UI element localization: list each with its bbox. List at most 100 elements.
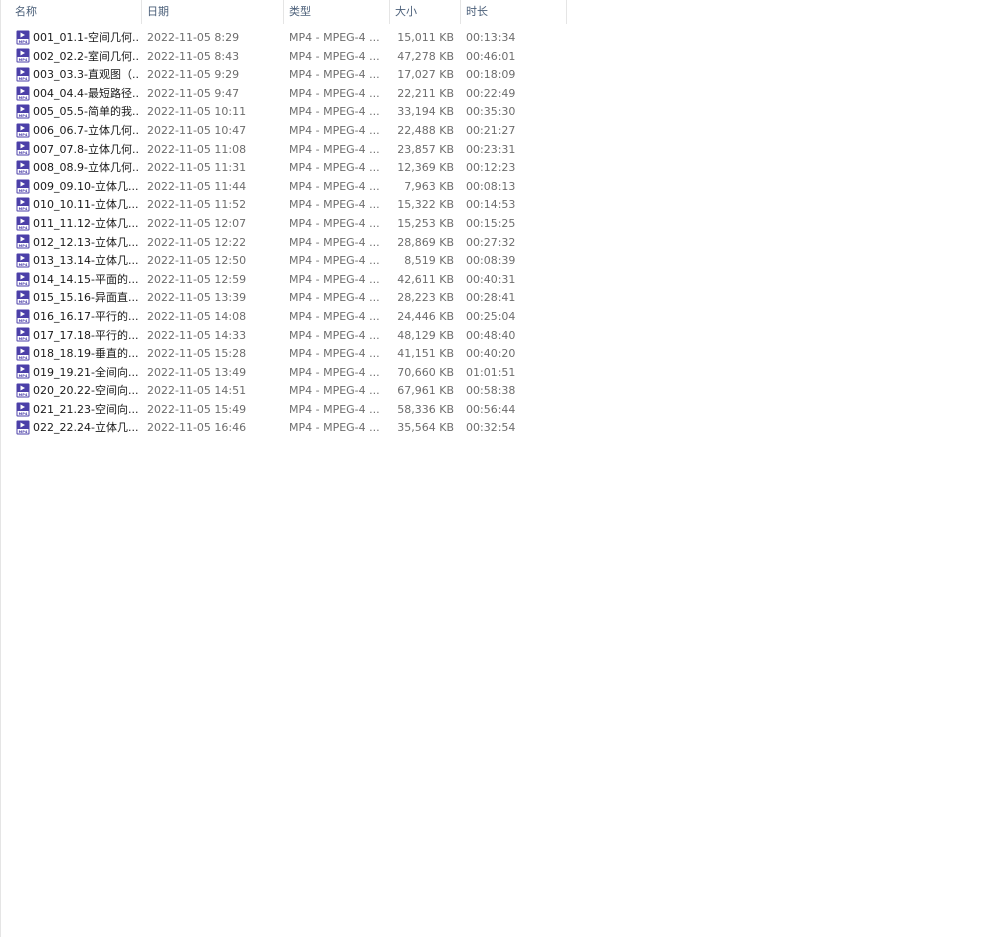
file-name-cell[interactable]: MP4 021_21.23-空间向... (16, 401, 140, 420)
file-name-cell[interactable]: MP4 019_19.21-全间向... (16, 364, 140, 383)
file-name-cell[interactable]: MP4 011_11.12-立体几... (16, 215, 140, 234)
file-row[interactable]: MP4 010_10.11-立体几... 2022-11-05 11:52 MP4 -… (0, 196, 567, 215)
file-row[interactable]: MP4 018_18.19-垂直的... 2022-11-05 15:28 MP4 -… (0, 345, 567, 364)
file-size: 33,194 KB (397, 105, 454, 119)
file-date: 2022-11-05 11:44 (147, 179, 247, 193)
video-file-icon: MP4 (16, 290, 30, 305)
video-file-icon: MP4 (16, 234, 30, 249)
file-type: MP4 - MPEG-4 ... (289, 347, 380, 361)
file-size: 28,223 KB (397, 291, 454, 305)
video-file-icon: MP4 (16, 67, 30, 82)
file-row[interactable]: MP4 004_04.4-最短路径... 2022-11-05 9:47 MP4 - … (0, 85, 567, 104)
file-duration: 00:40:31 (466, 272, 516, 286)
file-size: 15,322 KB (397, 198, 454, 212)
file-type: MP4 - MPEG-4 ... (289, 421, 380, 435)
file-name: 016_16.17-平行的... (33, 309, 139, 323)
file-duration: 00:12:23 (466, 161, 516, 175)
svg-text:MP4: MP4 (19, 393, 28, 397)
file-row[interactable]: MP4 016_16.17-平行的... 2022-11-05 14:08 MP4 -… (0, 308, 567, 327)
svg-text:MP4: MP4 (19, 411, 28, 415)
file-duration: 00:35:30 (466, 105, 516, 119)
file-type: MP4 - MPEG-4 ... (289, 402, 380, 416)
file-name-cell[interactable]: MP4 010_10.11-立体几... (16, 196, 140, 215)
file-name-cell[interactable]: MP4 002_02.2-室间几何... (16, 48, 140, 67)
file-name-cell[interactable]: MP4 005_05.5-简单的我... (16, 103, 140, 122)
file-size: 17,027 KB (397, 68, 454, 82)
file-row[interactable]: MP4 015_15.16-异面直... 2022-11-05 13:39 MP4 -… (0, 289, 567, 308)
svg-text:MP4: MP4 (19, 133, 28, 137)
file-name-cell[interactable]: MP4 022_22.24-立体几... (16, 419, 140, 438)
file-name-cell[interactable]: MP4 020_20.22-空间向... (16, 382, 140, 401)
file-name-cell[interactable]: MP4 007_07.8-立体几何... (16, 141, 140, 160)
video-file-icon: MP4 (16, 364, 30, 379)
file-row[interactable]: MP4 001_01.1-空间几何... 2022-11-05 8:29 MP4 - … (0, 29, 567, 48)
file-row[interactable]: MP4 005_05.5-简单的我... 2022-11-05 10:11 MP4 -… (0, 103, 567, 122)
file-name-cell[interactable]: MP4 008_08.9-立体几何... (16, 159, 140, 178)
column-header-name-label: 名称 (15, 5, 37, 18)
file-name: 011_11.12-立体几... (33, 216, 139, 230)
column-header-duration[interactable]: 时长 (461, 0, 567, 24)
video-file-icon: MP4 (16, 383, 30, 398)
file-date: 2022-11-05 10:11 (147, 105, 247, 119)
column-header-date[interactable]: 日期 (142, 0, 284, 24)
svg-text:MP4: MP4 (19, 281, 28, 285)
file-row[interactable]: MP4 011_11.12-立体几... 2022-11-05 12:07 MP4 -… (0, 215, 567, 234)
file-name-cell[interactable]: MP4 001_01.1-空间几何... (16, 29, 140, 48)
file-name: 002_02.2-室间几何... (33, 49, 140, 63)
file-row[interactable]: MP4 006_06.7-立体几何... 2022-11-05 10:47 MP4 -… (0, 122, 567, 141)
file-date: 2022-11-05 11:31 (147, 161, 247, 175)
file-name-cell[interactable]: MP4 017_17.18-平行的... (16, 327, 140, 346)
file-type: MP4 - MPEG-4 ... (289, 49, 380, 63)
column-header-size[interactable]: 大小 (390, 0, 461, 24)
file-name: 021_21.23-空间向... (33, 402, 139, 416)
file-name-cell[interactable]: MP4 013_13.14-立体几... (16, 252, 140, 271)
file-name-cell[interactable]: MP4 004_04.4-最短路径... (16, 85, 140, 104)
file-name-cell[interactable]: MP4 015_15.16-异面直... (16, 289, 140, 308)
file-row[interactable]: MP4 019_19.21-全间向... 2022-11-05 13:49 MP4 -… (0, 364, 567, 383)
file-row[interactable]: MP4 020_20.22-空间向... 2022-11-05 14:51 MP4 -… (0, 382, 567, 401)
column-header-name[interactable]: 名称 ^ (10, 0, 142, 24)
file-row[interactable]: MP4 008_08.9-立体几何... 2022-11-05 11:31 MP4 -… (0, 159, 567, 178)
file-name: 005_05.5-简单的我... (33, 105, 140, 119)
file-name: 007_07.8-立体几何... (33, 142, 140, 156)
file-name-cell[interactable]: MP4 014_14.15-平面的... (16, 271, 140, 290)
file-duration: 00:40:20 (466, 347, 516, 361)
file-list: MP4 001_01.1-空间几何... 2022-11-05 8:29 MP4 - … (0, 29, 567, 438)
file-name: 013_13.14-立体几... (33, 254, 139, 268)
file-size: 22,488 KB (397, 123, 454, 137)
video-file-icon: MP4 (16, 346, 30, 361)
file-name-cell[interactable]: MP4 018_18.19-垂直的... (16, 345, 140, 364)
file-duration: 00:22:49 (466, 86, 516, 100)
file-row[interactable]: MP4 022_22.24-立体几... 2022-11-05 16:46 MP4 -… (0, 419, 567, 438)
file-name: 008_08.9-立体几何... (33, 161, 140, 175)
file-row[interactable]: MP4 017_17.18-平行的... 2022-11-05 14:33 MP4 -… (0, 327, 567, 346)
file-name-cell[interactable]: MP4 016_16.17-平行的... (16, 308, 140, 327)
file-name-cell[interactable]: MP4 003_03.3-直观图（... (16, 66, 140, 85)
svg-text:MP4: MP4 (19, 170, 28, 174)
file-row[interactable]: MP4 013_13.14-立体几... 2022-11-05 12:50 MP4 -… (0, 252, 567, 271)
svg-text:MP4: MP4 (19, 114, 28, 118)
file-name-cell[interactable]: MP4 012_12.13-立体几... (16, 234, 140, 253)
column-header-type[interactable]: 类型 (284, 0, 390, 24)
file-row[interactable]: MP4 007_07.8-立体几何... 2022-11-05 11:08 MP4 -… (0, 141, 567, 160)
file-row[interactable]: MP4 012_12.13-立体几... 2022-11-05 12:22 MP4 -… (0, 234, 567, 253)
file-duration: 00:21:27 (466, 123, 516, 137)
file-row[interactable]: MP4 003_03.3-直观图（... 2022-11-05 9:29 MP4 - … (0, 66, 567, 85)
file-name: 018_18.19-垂直的... (33, 347, 139, 361)
file-row[interactable]: MP4 002_02.2-室间几何... 2022-11-05 8:43 MP4 - … (0, 48, 567, 67)
file-name-cell[interactable]: MP4 006_06.7-立体几何... (16, 122, 140, 141)
file-type: MP4 - MPEG-4 ... (289, 291, 380, 305)
file-date: 2022-11-05 16:46 (147, 421, 247, 435)
sort-ascending-icon: ^ (81, 0, 89, 5)
file-size: 15,011 KB (397, 31, 454, 44)
file-duration: 00:13:34 (466, 31, 516, 44)
file-row[interactable]: MP4 009_09.10-立体几... 2022-11-05 11:44 MP4 -… (0, 178, 567, 197)
file-date: 2022-11-05 11:08 (147, 142, 247, 156)
file-name-cell[interactable]: MP4 009_09.10-立体几... (16, 178, 140, 197)
column-header-type-label: 类型 (289, 5, 311, 18)
video-file-icon: MP4 (16, 216, 30, 231)
column-header-size-label: 大小 (395, 5, 417, 18)
file-row[interactable]: MP4 014_14.15-平面的... 2022-11-05 12:59 MP4 -… (0, 271, 567, 290)
file-duration: 00:14:53 (466, 198, 516, 212)
file-row[interactable]: MP4 021_21.23-空间向... 2022-11-05 15:49 MP4 -… (0, 401, 567, 420)
